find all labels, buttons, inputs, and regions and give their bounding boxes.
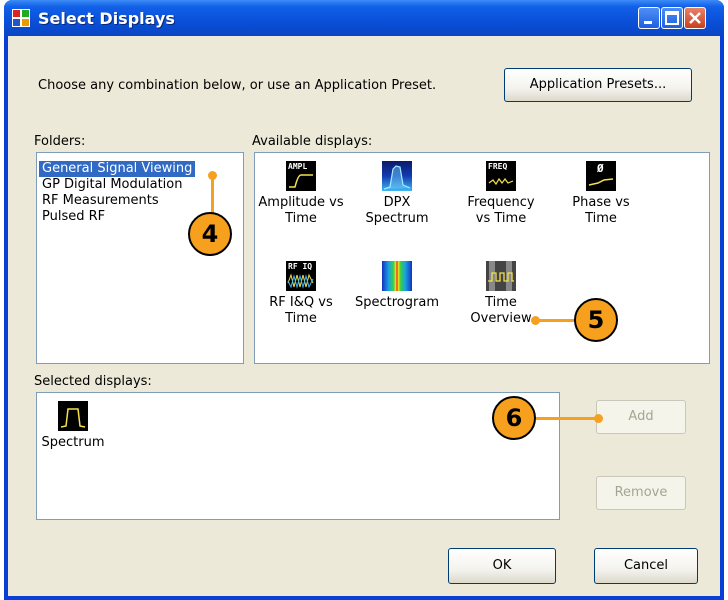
display-label: Frequency	[467, 195, 535, 210]
remove-button[interactable]: Remove	[596, 476, 686, 510]
display-label: vs Time	[475, 211, 527, 226]
intro-text: Choose any combination below, or use an …	[38, 78, 437, 93]
display-label: RF I&Q vs	[269, 295, 333, 310]
folder-item-pulsed-rf[interactable]: Pulsed RF	[39, 209, 108, 225]
display-label: Time	[485, 295, 517, 310]
callout-4: 4	[188, 212, 232, 256]
display-label: Spectrogram	[355, 295, 439, 310]
ok-button[interactable]: OK	[448, 548, 556, 584]
folder-item-rf-measurements[interactable]: RF Measurements	[39, 193, 162, 209]
display-dpx-spectrum[interactable]: DPX Spectrum	[347, 161, 447, 227]
display-amplitude-vs-time[interactable]: AMPL Amplitude vs Time	[251, 161, 351, 227]
folder-item-general-signal-viewing[interactable]: General Signal Viewing	[39, 161, 196, 177]
display-label: Amplitude vs	[258, 195, 344, 210]
display-label: Spectrum	[365, 211, 429, 226]
maximize-icon	[665, 11, 679, 25]
folders-label: Folders:	[34, 134, 86, 149]
phase-icon: Ø	[586, 161, 616, 191]
available-displays-label: Available displays:	[252, 134, 373, 149]
callout-5: 5	[574, 298, 618, 342]
app-icon	[12, 9, 30, 27]
frequency-icon: FREQ	[486, 161, 516, 191]
callout-5-leader	[536, 319, 576, 322]
selected-displays-list[interactable]: Spectrum	[36, 392, 560, 520]
rf-iq-icon: RF IQ	[286, 261, 316, 291]
display-frequency-vs-time[interactable]: FREQ Frequency vs Time	[451, 161, 551, 227]
selected-display-spectrum[interactable]: Spectrum	[31, 401, 115, 451]
dpx-spectrum-icon	[382, 161, 412, 191]
display-label: Phase vs	[572, 195, 630, 210]
cancel-button[interactable]: Cancel	[594, 548, 698, 584]
spectrogram-icon	[382, 261, 412, 291]
available-displays-list[interactable]: AMPL Amplitude vs Time DPX Spectrum FREQ F…	[254, 152, 710, 364]
display-label: Time	[585, 211, 617, 226]
display-label: Time	[285, 311, 317, 326]
window-title: Select Displays	[38, 9, 175, 28]
display-spectrogram[interactable]: Spectrogram	[347, 261, 447, 311]
selected-displays-label: Selected displays:	[34, 374, 152, 389]
display-label: Overview	[470, 311, 532, 326]
minimize-icon	[644, 21, 652, 24]
display-label: DPX	[383, 195, 411, 210]
folder-item-gp-digital-modulation[interactable]: GP Digital Modulation	[39, 177, 185, 193]
application-presets-button[interactable]: Application Presets...	[504, 68, 692, 102]
display-phase-vs-time[interactable]: Ø Phase vs Time	[551, 161, 651, 227]
dialog-body: Choose any combination below, or use an …	[8, 36, 720, 596]
time-overview-icon	[486, 261, 516, 291]
amplitude-icon: AMPL	[286, 161, 316, 191]
title-bar[interactable]: Select Displays	[4, 0, 724, 36]
add-button[interactable]: Add	[596, 400, 686, 434]
display-label: Spectrum	[41, 435, 105, 450]
display-rf-iq-vs-time[interactable]: RF IQ RF I&Q vs Time	[251, 261, 351, 327]
close-button[interactable]	[684, 7, 706, 29]
maximize-button[interactable]	[661, 7, 683, 29]
callout-6-marker	[594, 414, 603, 423]
callout-6: 6	[492, 396, 536, 440]
spectrum-icon	[58, 401, 88, 431]
minimize-button[interactable]	[638, 7, 660, 29]
display-label: Time	[285, 211, 317, 226]
dialog-window: Select Displays Choose any combination b…	[4, 0, 724, 600]
callout-6-leader	[536, 417, 598, 420]
close-icon	[689, 12, 701, 24]
